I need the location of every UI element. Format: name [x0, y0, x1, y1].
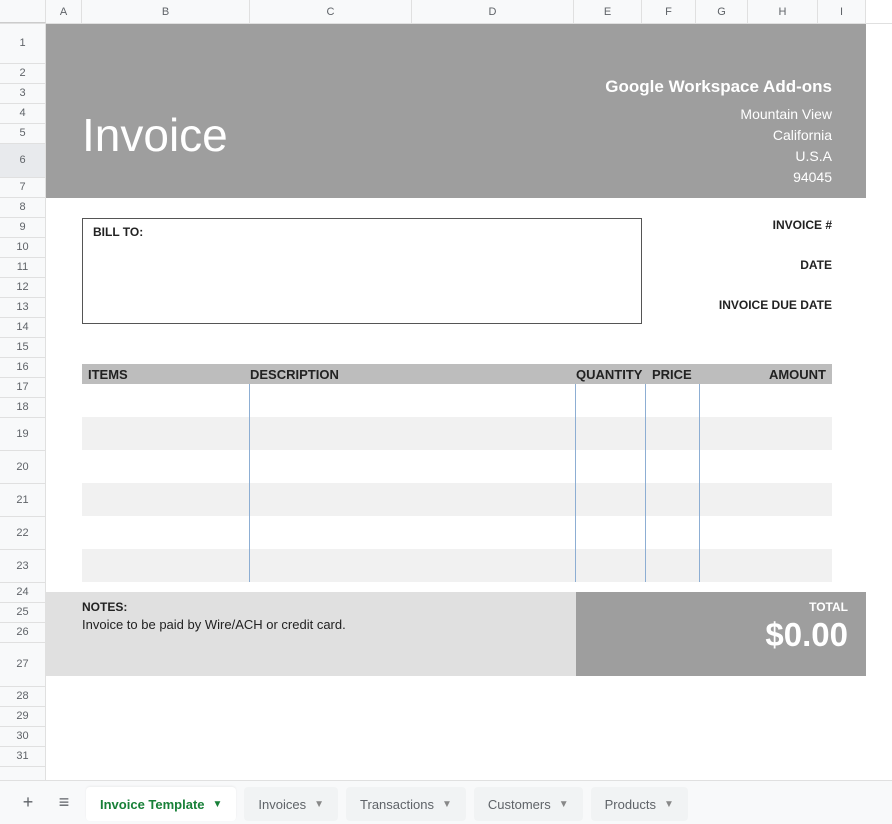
row-header-28[interactable]: 28	[0, 687, 45, 707]
row-header-26[interactable]: 26	[0, 623, 45, 643]
chevron-down-icon[interactable]: ▼	[213, 799, 223, 810]
chevron-down-icon[interactable]: ▼	[314, 799, 324, 810]
invoice-meta-labels: INVOICE # DATE INVOICE DUE DATE	[642, 218, 832, 328]
col-amount: AMOUNT	[700, 367, 832, 382]
total-label: TOTAL	[594, 600, 848, 614]
row-header-10[interactable]: 10	[0, 238, 45, 258]
item-row[interactable]	[82, 384, 832, 417]
row-header-8[interactable]: 8	[0, 198, 45, 218]
tab-invoice-template[interactable]: Invoice Template ▼	[86, 787, 236, 821]
row-header-23[interactable]: 23	[0, 550, 45, 583]
row-header-5[interactable]: 5	[0, 124, 45, 144]
row-header-2[interactable]: 2	[0, 64, 45, 84]
chevron-down-icon[interactable]: ▼	[559, 799, 569, 810]
col-quantity: QUANTITY	[576, 367, 646, 382]
row-header-27[interactable]: 27	[0, 643, 45, 687]
col-items: ITEMS	[82, 367, 250, 382]
row-header-16[interactable]: 16	[0, 358, 45, 378]
col-price: PRICE	[646, 367, 700, 382]
col-header-E[interactable]: E	[574, 0, 642, 23]
row-header-31[interactable]: 31	[0, 747, 45, 767]
tab-customers[interactable]: Customers ▼	[474, 787, 583, 821]
item-row[interactable]	[82, 549, 832, 582]
row-header-14[interactable]: 14	[0, 318, 45, 338]
row-header-24[interactable]: 24	[0, 583, 45, 603]
row-header-29[interactable]: 29	[0, 707, 45, 727]
row-header-7[interactable]: 7	[0, 178, 45, 198]
company-zip: 94045	[605, 167, 832, 188]
company-name: Google Workspace Add-ons	[605, 74, 832, 100]
tab-transactions[interactable]: Transactions ▼	[346, 787, 466, 821]
col-header-H[interactable]: H	[748, 0, 818, 23]
invoice-footer: NOTES: Invoice to be paid by Wire/ACH or…	[46, 592, 866, 676]
row-header-19[interactable]: 19	[0, 418, 45, 451]
total-value: $0.00	[594, 616, 848, 654]
cells-area[interactable]: Invoice Google Workspace Add-ons Mountai…	[46, 24, 892, 780]
item-row[interactable]	[82, 417, 832, 450]
items-table: ITEMS DESCRIPTION QUANTITY PRICE AMOUNT	[82, 364, 832, 582]
row-header-4[interactable]: 4	[0, 104, 45, 124]
company-state: California	[605, 125, 832, 146]
column-headers: ABCDEFGHI	[0, 0, 892, 24]
row-header-3[interactable]: 3	[0, 84, 45, 104]
col-header-I[interactable]: I	[818, 0, 866, 23]
col-header-B[interactable]: B	[82, 0, 250, 23]
col-header-G[interactable]: G	[696, 0, 748, 23]
row-header-9[interactable]: 9	[0, 218, 45, 238]
company-country: U.S.A	[605, 146, 832, 167]
row-header-17[interactable]: 17	[0, 378, 45, 398]
spreadsheet-grid[interactable]: ABCDEFGHI 123456789101112131415161718192…	[0, 0, 892, 780]
total-box: TOTAL $0.00	[576, 592, 866, 676]
col-header-C[interactable]: C	[250, 0, 412, 23]
notes-label: NOTES:	[82, 600, 564, 614]
add-sheet-button[interactable]: +	[14, 789, 42, 817]
row-headers: 1234567891011121314151617181920212223242…	[0, 24, 46, 780]
item-row[interactable]	[82, 450, 832, 483]
tab-label: Products	[605, 797, 656, 812]
row-header-1[interactable]: 1	[0, 24, 45, 64]
invoice-document: Invoice Google Workspace Add-ons Mountai…	[46, 24, 866, 676]
item-row[interactable]	[82, 483, 832, 516]
item-row[interactable]	[82, 516, 832, 549]
row-header-11[interactable]: 11	[0, 258, 45, 278]
invoice-date-label: DATE	[642, 258, 832, 272]
tab-label: Invoice Template	[100, 797, 205, 812]
sheet-tabs-bar: + ≡ Invoice Template ▼ Invoices▼Transact…	[0, 780, 892, 824]
col-header-A[interactable]: A	[46, 0, 82, 23]
items-header-row: ITEMS DESCRIPTION QUANTITY PRICE AMOUNT	[82, 364, 832, 384]
row-header-18[interactable]: 18	[0, 398, 45, 418]
row-header-13[interactable]: 13	[0, 298, 45, 318]
chevron-down-icon[interactable]: ▼	[664, 799, 674, 810]
company-block: Google Workspace Add-ons Mountain View C…	[605, 54, 832, 178]
tab-products[interactable]: Products ▼	[591, 787, 688, 821]
row-header-30[interactable]: 30	[0, 727, 45, 747]
row-header-22[interactable]: 22	[0, 517, 45, 550]
all-sheets-button[interactable]: ≡	[50, 789, 78, 817]
row-header-6[interactable]: 6	[0, 144, 45, 178]
invoice-due-label: INVOICE DUE DATE	[642, 298, 832, 312]
invoice-number-label: INVOICE #	[642, 218, 832, 232]
row-header-21[interactable]: 21	[0, 484, 45, 517]
row-header-20[interactable]: 20	[0, 451, 45, 484]
col-header-F[interactable]: F	[642, 0, 696, 23]
col-header-D[interactable]: D	[412, 0, 574, 23]
row-header-25[interactable]: 25	[0, 603, 45, 623]
chevron-down-icon[interactable]: ▼	[442, 799, 452, 810]
tab-label: Invoices	[258, 797, 306, 812]
notes-text: Invoice to be paid by Wire/ACH or credit…	[82, 617, 564, 632]
row-header-12[interactable]: 12	[0, 278, 45, 298]
tab-label: Customers	[488, 797, 551, 812]
col-description: DESCRIPTION	[250, 367, 576, 382]
tab-label: Transactions	[360, 797, 434, 812]
notes-box: NOTES: Invoice to be paid by Wire/ACH or…	[46, 592, 576, 676]
invoice-title: Invoice	[82, 108, 228, 178]
company-city: Mountain View	[605, 104, 832, 125]
select-all-corner[interactable]	[0, 0, 46, 23]
invoice-meta: BILL TO: INVOICE # DATE INVOICE DUE DATE	[46, 198, 866, 328]
invoice-header: Invoice Google Workspace Add-ons Mountai…	[46, 24, 866, 198]
bill-to-label: BILL TO:	[93, 225, 143, 239]
tab-invoices[interactable]: Invoices ▼	[244, 787, 338, 821]
bill-to-box[interactable]: BILL TO:	[82, 218, 642, 324]
row-header-15[interactable]: 15	[0, 338, 45, 358]
